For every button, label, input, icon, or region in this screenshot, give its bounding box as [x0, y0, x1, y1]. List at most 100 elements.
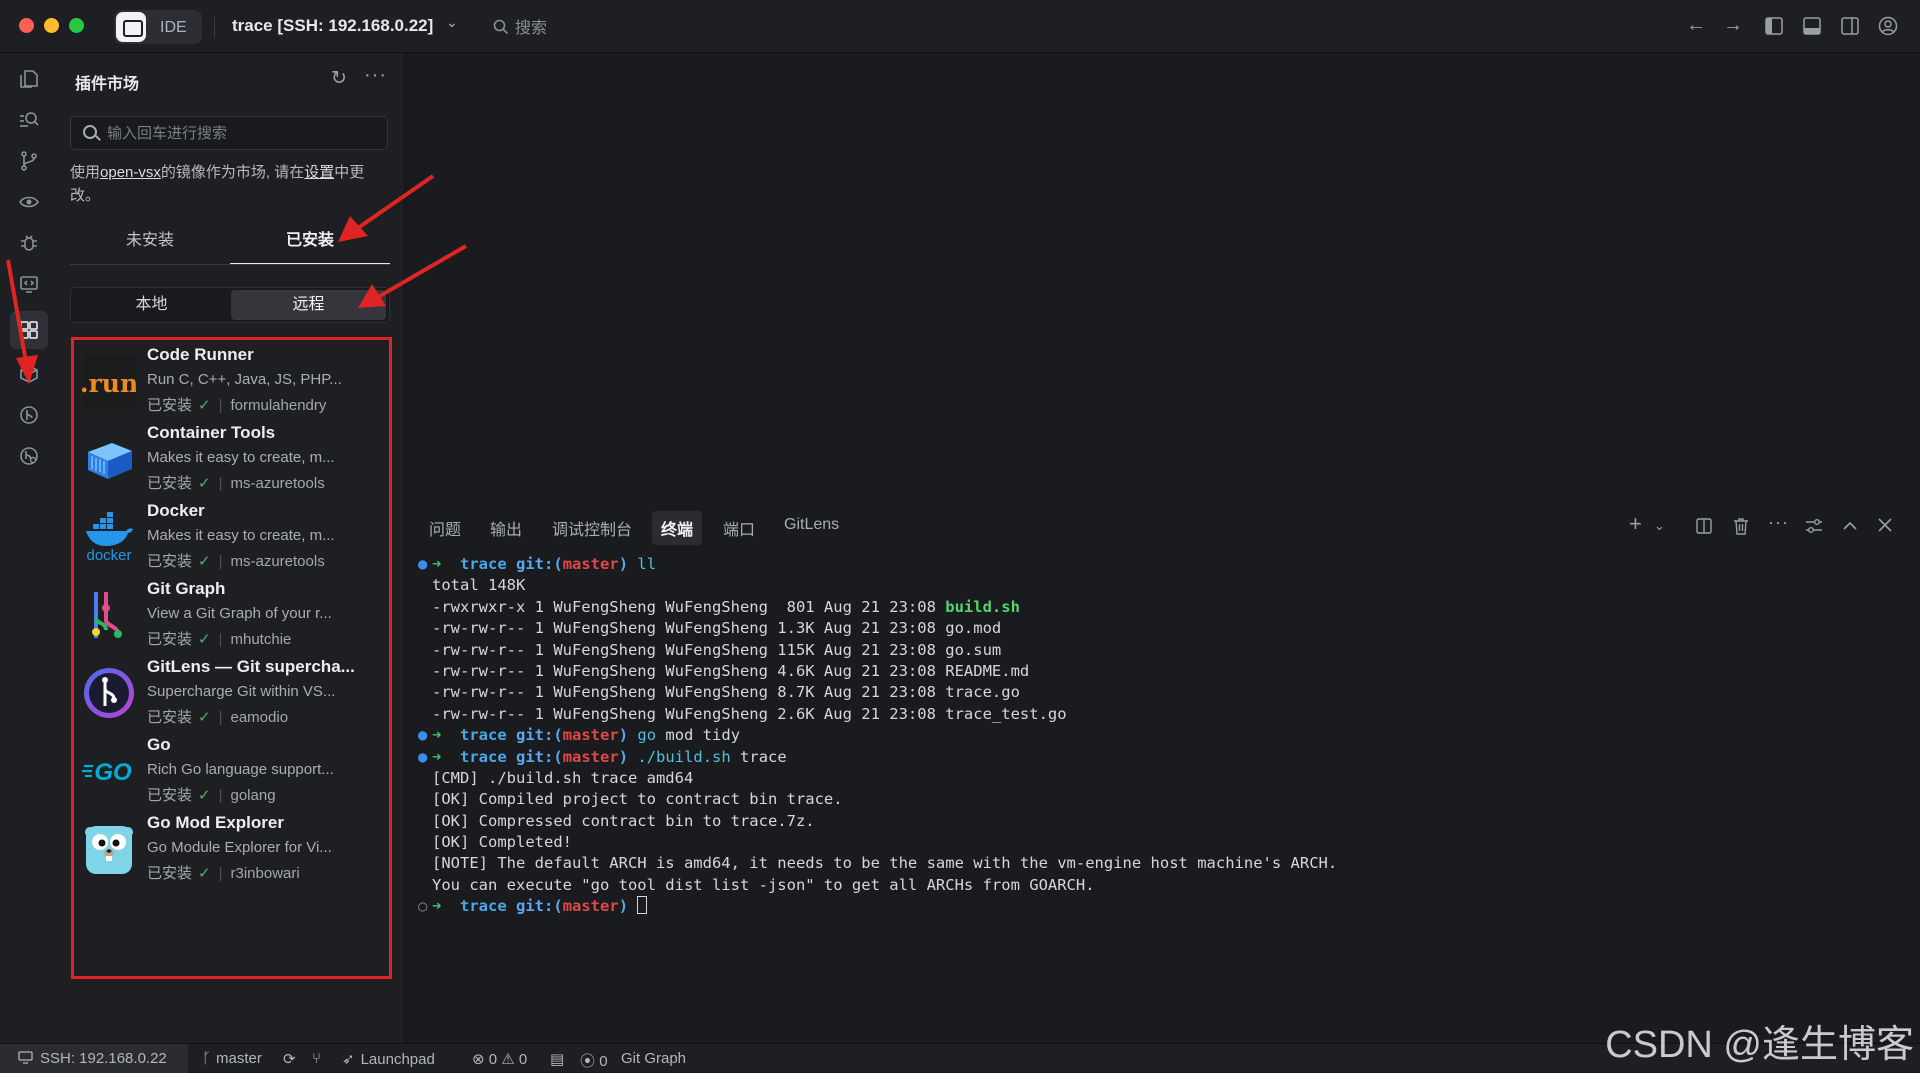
- go-logo-icon: GO: [82, 759, 132, 786]
- timeline-icon[interactable]: [10, 437, 48, 475]
- check-icon: ✓: [198, 865, 211, 882]
- arrow-left-icon[interactable]: ←: [1686, 14, 1706, 37]
- extension-description: Run C, C++, Java, JS, PHP...: [147, 371, 342, 388]
- git-graph-icon: [92, 592, 122, 638]
- prompt-git: git:(: [516, 726, 563, 745]
- installed-status: 已安装: [147, 865, 193, 882]
- extension-name: Docker: [147, 501, 205, 520]
- prompt-git: ): [618, 897, 629, 916]
- warning-count: 0: [518, 1051, 528, 1068]
- publisher: formulahendry: [230, 397, 327, 414]
- meta-separator: |: [218, 397, 223, 414]
- prompt-dir: trace: [460, 555, 507, 573]
- toggle-panel-icon[interactable]: [1803, 17, 1821, 35]
- output-text: [NOTE] The default ARCH is amd64, it nee…: [432, 854, 1338, 873]
- command-search[interactable]: 搜索: [493, 14, 547, 38]
- terminal-output[interactable]: ● ➜ trace git:(master) ll total 148K -rwx…: [418, 554, 1878, 918]
- workspace-title[interactable]: trace [SSH: 192.168.0.22]: [232, 16, 433, 36]
- account-icon[interactable]: [1878, 16, 1898, 36]
- close-panel-icon[interactable]: [1878, 518, 1892, 532]
- maximize-panel-icon[interactable]: [1842, 519, 1858, 531]
- explorer-icon[interactable]: [10, 60, 48, 98]
- remote-explorer-icon[interactable]: [10, 265, 48, 303]
- file-name-exec: build.sh: [945, 597, 1020, 616]
- editor-area[interactable]: [408, 53, 1920, 495]
- branch-status[interactable]: ᚴ master: [202, 1050, 262, 1067]
- search-files-icon[interactable]: [10, 101, 48, 139]
- chevron-down-icon[interactable]: ⌄: [446, 14, 458, 31]
- list-item[interactable]: Go Mod Explorer Go Module Explorer for V…: [74, 808, 389, 904]
- terminal-line: ● ➜ trace git:(master) go mod tidy: [418, 725, 1878, 746]
- debug-bug-icon[interactable]: [10, 224, 48, 262]
- launchpad-status[interactable]: ➶ Launchpad: [342, 1050, 435, 1068]
- extension-search-box[interactable]: [70, 116, 388, 150]
- tab-ports[interactable]: 端口: [723, 516, 755, 540]
- toggle-secondary-sidebar-icon[interactable]: [1841, 17, 1859, 35]
- toggle-primary-sidebar-icon[interactable]: [1765, 17, 1783, 35]
- installed-status: 已安装: [147, 553, 193, 570]
- tab-remote[interactable]: 远程: [231, 290, 386, 320]
- extension-search-input[interactable]: [105, 122, 375, 144]
- problems-status[interactable]: ⊗ 0 ⚠ 0: [472, 1050, 527, 1068]
- tab-terminal[interactable]: 终端: [652, 511, 703, 545]
- arrow-right-icon[interactable]: →: [1723, 14, 1743, 37]
- source-control-icon[interactable]: [10, 142, 48, 180]
- terminal-line: -rw-rw-r-- 1 WuFengSheng WuFengSheng 115…: [418, 640, 1878, 661]
- tab-debug-console[interactable]: 调试控制台: [552, 516, 632, 540]
- publisher: ms-azuretools: [230, 475, 325, 492]
- tab-gitlens[interactable]: GitLens: [784, 516, 839, 534]
- tab-not-installed[interactable]: 未安装: [70, 221, 230, 265]
- git-graph-activity-icon[interactable]: [10, 396, 48, 434]
- split-terminal-icon[interactable]: [1696, 518, 1712, 534]
- prompt-arrow-icon: ➜: [432, 555, 460, 573]
- more-actions-icon[interactable]: ···: [364, 64, 387, 87]
- close-window-button[interactable]: [19, 18, 34, 33]
- new-terminal-icon[interactable]: +: [1629, 511, 1642, 537]
- installed-status: 已安装: [147, 709, 193, 726]
- container-box-icon[interactable]: [10, 355, 48, 393]
- minimize-window-button[interactable]: [44, 18, 59, 33]
- terminal-line: [CMD] ./build.sh trace amd64: [418, 768, 1878, 789]
- extensions-icon[interactable]: [10, 311, 48, 349]
- prompt-git: git:(: [516, 747, 563, 766]
- tab-local[interactable]: 本地: [74, 290, 229, 320]
- command-success-dot-icon: ●: [418, 726, 428, 745]
- terminal-line: -rw-rw-r-- 1 WuFengSheng WuFengSheng 4.6…: [418, 661, 1878, 682]
- terminal-line: -rw-rw-r-- 1 WuFengSheng WuFengSheng 8.7…: [418, 682, 1878, 703]
- eye-preview-icon[interactable]: [10, 183, 48, 221]
- check-icon: ✓: [198, 631, 211, 648]
- sync-icon[interactable]: ⟳: [283, 1050, 296, 1068]
- maximize-window-button[interactable]: [69, 18, 84, 33]
- extension-name: Go: [147, 735, 171, 754]
- refresh-icon[interactable]: ↻: [331, 67, 347, 90]
- meta-separator: |: [218, 865, 223, 882]
- more-actions-icon[interactable]: ···: [1768, 512, 1789, 533]
- tab-output[interactable]: 输出: [490, 516, 522, 540]
- app-logo-icon: [116, 12, 146, 42]
- ports-status[interactable]: ⦿ 0: [580, 1050, 608, 1071]
- remote-status[interactable]: SSH: 192.168.0.22: [18, 1050, 167, 1067]
- terminal-status-icon[interactable]: ▤: [550, 1050, 564, 1068]
- tab-installed[interactable]: 已安装: [230, 221, 390, 265]
- svg-text:.run: .run: [82, 369, 136, 398]
- app-switcher[interactable]: IDE: [114, 10, 202, 44]
- tab-problems[interactable]: 问题: [429, 516, 461, 540]
- title-bar: IDE trace [SSH: 192.168.0.22] ⌄ 搜索 ← →: [0, 0, 1920, 53]
- command-success-dot-icon: ●: [418, 747, 428, 766]
- open-vsx-link[interactable]: open-vsx: [100, 164, 161, 181]
- extension-meta: 已安装 ✓ | r3inbowari: [147, 862, 300, 883]
- file-listing: -rw-rw-r-- 1 WuFengSheng WuFengSheng 1.3…: [432, 619, 946, 638]
- file-name: go.mod: [945, 619, 1002, 638]
- panel-settings-icon[interactable]: [1805, 518, 1823, 534]
- gitlens-icon: [84, 668, 134, 718]
- trash-icon[interactable]: [1733, 517, 1749, 535]
- prompt-git: git:(: [516, 555, 563, 573]
- remote-label: SSH: 192.168.0.22: [40, 1050, 167, 1067]
- installed-status: 已安装: [147, 475, 193, 492]
- chevron-down-icon[interactable]: ⌄: [1654, 518, 1665, 534]
- git-compare-icon[interactable]: ⑂: [312, 1050, 321, 1067]
- publisher: golang: [230, 787, 276, 804]
- launchpad-label: Launchpad: [360, 1051, 435, 1068]
- settings-link[interactable]: 设置: [304, 164, 334, 181]
- git-graph-status[interactable]: Git Graph: [621, 1050, 686, 1067]
